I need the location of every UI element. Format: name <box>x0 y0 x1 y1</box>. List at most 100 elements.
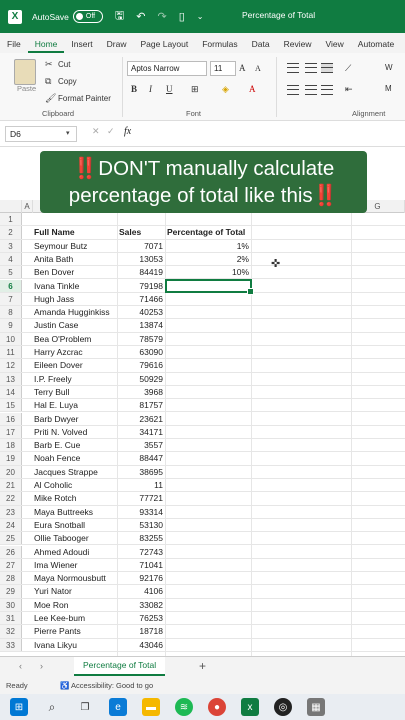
spreadsheet-grid[interactable]: A G 1 2 Full Name Sales Percentage of Total 3… <box>0 200 405 656</box>
row-number[interactable]: 1 <box>0 213 22 226</box>
save-icon[interactable]: 🖫 <box>115 7 124 26</box>
cell-a[interactable] <box>22 479 33 491</box>
cell-full-name[interactable]: Noah Fence <box>33 452 117 464</box>
cell-sales[interactable]: 18718 <box>117 625 165 637</box>
cell-a[interactable] <box>22 532 33 544</box>
insert-function-button[interactable]: fx <box>124 126 131 137</box>
tab-data[interactable]: Data <box>245 39 277 53</box>
italic-button[interactable]: I <box>149 84 152 94</box>
cell-percentage[interactable] <box>165 599 251 611</box>
cell-full-name[interactable] <box>33 213 117 225</box>
bold-button[interactable]: B <box>131 84 137 94</box>
cell-sales[interactable]: 13053 <box>117 253 165 265</box>
cell-full-name[interactable]: Eileen Dover <box>33 359 117 371</box>
row-number[interactable]: 23 <box>0 505 22 518</box>
cell-a[interactable] <box>22 559 33 571</box>
font-color-icon[interactable]: A <box>249 84 256 94</box>
cell-a[interactable] <box>22 599 33 611</box>
decrease-font-icon[interactable]: A <box>255 64 261 73</box>
cell-percentage[interactable] <box>165 506 251 518</box>
cell-a[interactable] <box>22 226 33 238</box>
cell-sales[interactable]: 78579 <box>117 333 165 345</box>
next-sheet-icon[interactable]: › <box>40 661 43 671</box>
tab-file[interactable]: File <box>0 39 28 53</box>
row-number[interactable]: 12 <box>0 359 22 372</box>
task-view-icon[interactable]: ❐ <box>76 698 94 716</box>
increase-font-icon[interactable]: A <box>239 63 246 73</box>
row-number[interactable]: 14 <box>0 385 22 399</box>
cell-percentage[interactable] <box>165 373 251 385</box>
align-bottom-icon[interactable] <box>321 63 333 73</box>
cell-full-name[interactable]: Yuri Nator <box>33 585 117 597</box>
cell-full-name[interactable]: Al Coholic <box>33 479 117 491</box>
cell-sales[interactable]: 23621 <box>117 413 165 425</box>
tab-formulas[interactable]: Formulas <box>195 39 244 53</box>
indent-icon[interactable]: ⇤ <box>345 84 353 95</box>
cell-a[interactable] <box>22 426 33 438</box>
cell-sales[interactable]: 92176 <box>117 572 165 584</box>
row-number[interactable]: 10 <box>0 332 22 345</box>
cell-sales[interactable]: Sales <box>117 226 165 238</box>
cell-percentage[interactable] <box>165 386 251 398</box>
cell-full-name[interactable]: Hal E. Luya <box>33 399 117 411</box>
cell-full-name[interactable]: Ivana Likyu <box>33 639 117 651</box>
cell-sales[interactable]: 81757 <box>117 399 165 411</box>
cell-percentage[interactable] <box>165 519 251 531</box>
cell-full-name[interactable]: Ivana Tinkle <box>33 280 117 292</box>
cell-a[interactable] <box>22 452 33 464</box>
cell-sales[interactable]: 79616 <box>117 359 165 371</box>
cell-sales[interactable]: 7071 <box>117 240 165 252</box>
calculator-icon[interactable]: ▦ <box>307 698 325 716</box>
cell-sales[interactable]: 76253 <box>117 612 165 624</box>
format-painter-button[interactable]: 🖌 Format Painter <box>45 93 111 104</box>
cell-a[interactable] <box>22 293 33 305</box>
paste-button[interactable]: Paste <box>17 84 36 93</box>
tab-view[interactable]: View <box>319 39 351 53</box>
row-number[interactable]: 6 <box>0 279 22 292</box>
row-number[interactable]: 8 <box>0 306 22 319</box>
cell-sales[interactable]: 84419 <box>117 266 165 278</box>
add-sheet-button[interactable]: + <box>199 659 206 673</box>
cell-percentage[interactable]: 2% <box>165 253 251 265</box>
cell-full-name[interactable]: Justin Case <box>33 319 117 331</box>
cell-sales[interactable]: 4106 <box>117 585 165 597</box>
row-number[interactable]: 2 <box>0 226 22 239</box>
row-number[interactable]: 7 <box>0 292 22 306</box>
align-middle-icon[interactable] <box>305 63 317 73</box>
cell-full-name[interactable]: Harry Azcrac <box>33 346 117 358</box>
row-number[interactable]: 33 <box>0 638 22 651</box>
undo-icon[interactable]: ↶ <box>136 10 145 23</box>
cell-full-name[interactable]: Amanda Hugginkiss <box>33 306 117 318</box>
cell-sales[interactable]: 38695 <box>117 466 165 478</box>
borders-icon[interactable]: ⊞ <box>191 84 199 95</box>
cell-percentage[interactable] <box>165 479 251 491</box>
cell-full-name[interactable]: Ima Wiener <box>33 559 117 571</box>
cell-a[interactable] <box>22 253 33 265</box>
fill-color-icon[interactable]: ◈ <box>222 84 229 95</box>
sheet-tab-percentage-of-total[interactable]: Percentage of Total <box>74 657 166 676</box>
new-file-icon[interactable]: ▯ <box>179 10 185 23</box>
row-number[interactable]: 4 <box>0 252 22 266</box>
cell-full-name[interactable]: Pierre Pants <box>33 625 117 637</box>
row-number[interactable]: 18 <box>0 439 22 452</box>
cell-full-name[interactable]: Ollie Tabooger <box>33 532 117 544</box>
chrome-icon[interactable]: ● <box>208 698 226 716</box>
cell-a[interactable] <box>22 612 33 624</box>
row-number[interactable]: 11 <box>0 346 22 359</box>
wrap-text-button[interactable]: W <box>385 63 393 72</box>
cell-percentage[interactable] <box>165 492 251 504</box>
tab-home[interactable]: Home <box>27 39 65 53</box>
cell-full-name[interactable]: Moe Ron <box>33 599 117 611</box>
cell-full-name[interactable]: Seymour Butz <box>33 240 117 252</box>
cell-full-name[interactable]: Priti N. Volved <box>33 426 117 438</box>
cell-full-name[interactable]: Eura Snotball <box>33 519 117 531</box>
customize-toolbar-icon[interactable]: ⌄ <box>197 12 204 21</box>
row-number[interactable]: 22 <box>0 492 22 505</box>
row-number[interactable]: 26 <box>0 545 22 558</box>
column-header-a[interactable]: A <box>22 200 33 213</box>
cell-full-name[interactable]: Ben Dover <box>33 266 117 278</box>
cell-sales[interactable] <box>117 213 165 225</box>
font-size-select[interactable]: 11 <box>210 61 236 76</box>
cell-a[interactable] <box>22 346 33 358</box>
active-cell-d6[interactable] <box>165 278 254 295</box>
